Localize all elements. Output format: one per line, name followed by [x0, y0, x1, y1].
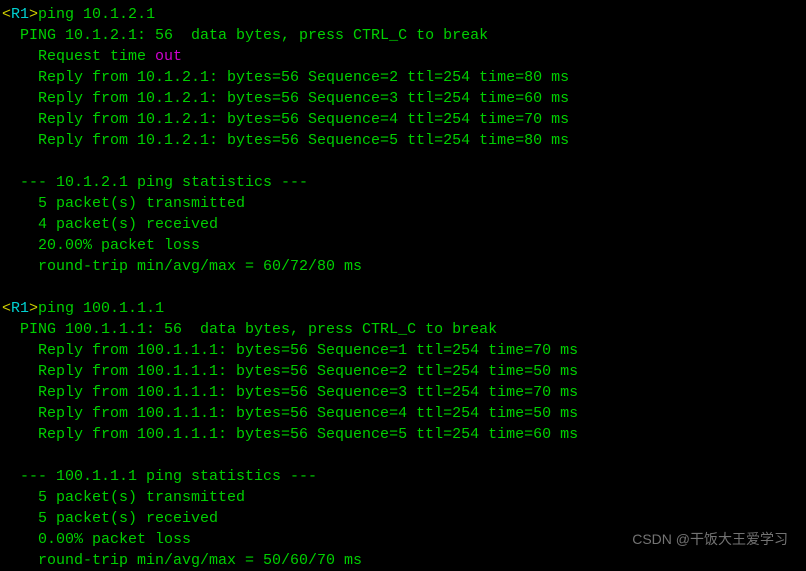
reply-line: Reply from 100.1.1.1: bytes=56 Sequence=…: [2, 340, 804, 361]
stats-tx: 5 packet(s) transmitted: [2, 193, 804, 214]
stats-tx: 5 packet(s) transmitted: [2, 487, 804, 508]
ping-header: PING 10.1.2.1: 56 data bytes, press CTRL…: [2, 25, 804, 46]
reply-line: Reply from 100.1.1.1: bytes=56 Sequence=…: [2, 424, 804, 445]
timeout-prefix: Request time: [2, 48, 155, 65]
stats-loss: 20.00% packet loss: [2, 235, 804, 256]
prompt-bracket-close: >: [29, 6, 38, 23]
reply-line: Reply from 100.1.1.1: bytes=56 Sequence=…: [2, 361, 804, 382]
terminal-output: <R1>ping 10.1.2.1 PING 10.1.2.1: 56 data…: [2, 4, 804, 571]
timeout-line: Request time out: [2, 46, 804, 67]
reply-line: Reply from 10.1.2.1: bytes=56 Sequence=5…: [2, 130, 804, 151]
stats-header: --- 100.1.1.1 ping statistics ---: [2, 466, 804, 487]
prompt-host: R1: [11, 300, 29, 317]
watermark: CSDN @干饭大王爱学习: [632, 530, 788, 550]
blank-line: [2, 277, 804, 298]
reply-line: Reply from 10.1.2.1: bytes=56 Sequence=4…: [2, 109, 804, 130]
prompt-host: R1: [11, 6, 29, 23]
command-text: ping 10.1.2.1: [38, 6, 155, 23]
prompt-bracket-open: <: [2, 6, 11, 23]
reply-line: Reply from 100.1.1.1: bytes=56 Sequence=…: [2, 403, 804, 424]
stats-rx: 4 packet(s) received: [2, 214, 804, 235]
reply-line: Reply from 10.1.2.1: bytes=56 Sequence=3…: [2, 88, 804, 109]
prompt-line-1: <R1>ping 10.1.2.1: [2, 4, 804, 25]
reply-line: Reply from 10.1.2.1: bytes=56 Sequence=2…: [2, 67, 804, 88]
stats-rt: round-trip min/avg/max = 60/72/80 ms: [2, 256, 804, 277]
stats-rx: 5 packet(s) received: [2, 508, 804, 529]
prompt-bracket-close: >: [29, 300, 38, 317]
blank-line: [2, 445, 804, 466]
ping-header: PING 100.1.1.1: 56 data bytes, press CTR…: [2, 319, 804, 340]
reply-line: Reply from 100.1.1.1: bytes=56 Sequence=…: [2, 382, 804, 403]
prompt-line-2: <R1>ping 100.1.1.1: [2, 298, 804, 319]
stats-header: --- 10.1.2.1 ping statistics ---: [2, 172, 804, 193]
prompt-bracket-open: <: [2, 300, 11, 317]
command-text: ping 100.1.1.1: [38, 300, 164, 317]
timeout-word: out: [155, 48, 182, 65]
blank-line: [2, 151, 804, 172]
